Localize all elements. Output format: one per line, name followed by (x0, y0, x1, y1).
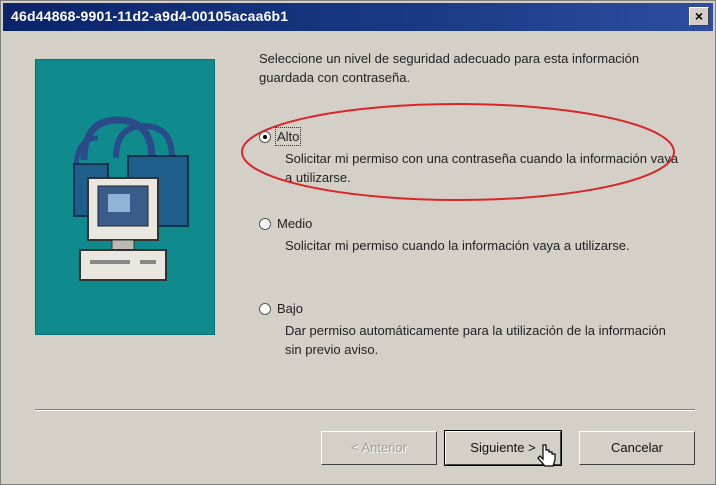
mouse-pointer-icon (537, 444, 556, 467)
back-button[interactable]: < Anterior (321, 431, 437, 465)
annotation-ellipse (241, 103, 675, 201)
title-bar[interactable]: 46d44868-9901-11d2-a9d4-00105acaa6b1 × (3, 3, 713, 31)
radio-medio[interactable] (259, 218, 271, 230)
close-button[interactable]: × (689, 7, 709, 26)
separator-line (35, 409, 695, 411)
intro-text: Seleccione un nivel de seguridad adecuad… (259, 51, 640, 85)
option-bajo-description: Dar permiso automáticamente para la util… (285, 323, 666, 357)
padlock-computer-icon (73, 116, 189, 281)
security-illustration-panel (35, 59, 215, 335)
option-medio-label[interactable]: Medio (277, 216, 312, 231)
window-title: 46d44868-9901-11d2-a9d4-00105acaa6b1 (11, 8, 289, 24)
dialog-window: 46d44868-9901-11d2-a9d4-00105acaa6b1 × S… (0, 0, 716, 485)
option-bajo-label[interactable]: Bajo (277, 301, 303, 316)
option-medio-description: Solicitar mi permiso cuando la informaci… (285, 238, 630, 253)
cancel-button[interactable]: Cancelar (579, 431, 695, 465)
radio-bajo[interactable] (259, 303, 271, 315)
